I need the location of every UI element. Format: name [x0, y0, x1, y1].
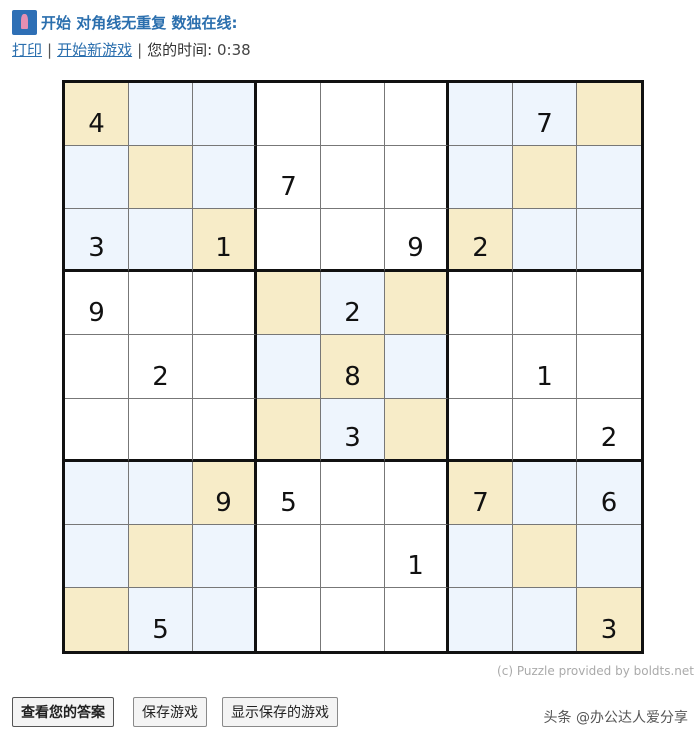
sudoku-cell[interactable]	[129, 272, 193, 336]
sudoku-cell[interactable]	[65, 587, 129, 651]
sudoku-cell[interactable]	[577, 272, 641, 336]
sudoku-cell[interactable]	[193, 398, 257, 462]
sudoku-cell[interactable]	[193, 335, 257, 399]
sudoku-cell[interactable]	[65, 398, 129, 462]
sudoku-cell[interactable]: 1	[193, 209, 257, 273]
sudoku-cell[interactable]: 1	[385, 524, 449, 588]
sudoku-cell[interactable]	[321, 146, 385, 210]
sudoku-cell[interactable]	[449, 146, 513, 210]
sudoku-cell[interactable]	[65, 461, 129, 525]
sudoku-cell[interactable]: 7	[449, 461, 513, 525]
sudoku-cell[interactable]	[193, 83, 257, 147]
sudoku-cell[interactable]	[193, 587, 257, 651]
sudoku-cell[interactable]	[385, 587, 449, 651]
sudoku-cell[interactable]: 9	[385, 209, 449, 273]
sudoku-cell[interactable]	[257, 524, 321, 588]
sudoku-cell[interactable]: 1	[513, 335, 577, 399]
sudoku-cell[interactable]	[385, 272, 449, 336]
sudoku-cell[interactable]: 5	[257, 461, 321, 525]
sudoku-cell[interactable]	[513, 398, 577, 462]
sudoku-cell[interactable]: 2	[321, 272, 385, 336]
sudoku-cell[interactable]	[257, 209, 321, 273]
sudoku-cell[interactable]	[65, 524, 129, 588]
sudoku-cell[interactable]	[577, 335, 641, 399]
sudoku-cell[interactable]	[449, 398, 513, 462]
separator: |	[137, 41, 143, 59]
sudoku-cell[interactable]	[129, 524, 193, 588]
sudoku-cell[interactable]	[449, 83, 513, 147]
sudoku-cell[interactable]	[449, 272, 513, 336]
watermark: 头条 @办公达人爱分享	[543, 710, 688, 726]
sudoku-cell[interactable]	[449, 524, 513, 588]
logo-icon	[12, 10, 37, 35]
sudoku-cell[interactable]	[513, 272, 577, 336]
separator: |	[47, 41, 53, 59]
sudoku-cell[interactable]: 2	[449, 209, 513, 273]
sudoku-cell[interactable]	[513, 524, 577, 588]
sudoku-cell[interactable]: 3	[65, 209, 129, 273]
print-link[interactable]: 打印	[12, 41, 42, 59]
sudoku-cell[interactable]	[129, 146, 193, 210]
sudoku-cell[interactable]	[129, 83, 193, 147]
sudoku-cell[interactable]	[385, 146, 449, 210]
title-bar: 开始 对角线无重复 数独在线:	[12, 10, 237, 35]
timer-label: 您的时间:	[147, 41, 213, 59]
sudoku-cell[interactable]	[257, 335, 321, 399]
sudoku-cell[interactable]: 9	[65, 272, 129, 336]
sudoku-cell[interactable]	[321, 83, 385, 147]
check-answer-button[interactable]: 查看您的答案	[12, 697, 114, 727]
toolbar: 打印 | 开始新游戏 | 您的时间: 0:38	[12, 39, 251, 60]
sudoku-cell[interactable]: 7	[513, 83, 577, 147]
sudoku-cell[interactable]	[577, 146, 641, 210]
sudoku-cell[interactable]	[321, 461, 385, 525]
sudoku-cell[interactable]	[257, 398, 321, 462]
sudoku-cell[interactable]: 5	[129, 587, 193, 651]
credit-text: (c) Puzzle provided by boldts.net	[497, 664, 694, 678]
save-game-button[interactable]: 保存游戏	[133, 697, 207, 727]
sudoku-cell[interactable]	[385, 335, 449, 399]
sudoku-cell[interactable]: 8	[321, 335, 385, 399]
sudoku-cell[interactable]	[385, 398, 449, 462]
sudoku-board: 477319292281329576153	[62, 80, 644, 654]
sudoku-cell[interactable]	[513, 461, 577, 525]
sudoku-cell[interactable]	[321, 587, 385, 651]
sudoku-cell[interactable]	[193, 524, 257, 588]
sudoku-cell[interactable]: 3	[321, 398, 385, 462]
sudoku-cell[interactable]	[257, 587, 321, 651]
page-title: 开始 对角线无重复 数独在线:	[41, 14, 238, 32]
sudoku-cell[interactable]	[449, 335, 513, 399]
sudoku-cell[interactable]	[513, 209, 577, 273]
timer-value: 0:38	[217, 41, 251, 59]
sudoku-cell[interactable]	[577, 209, 641, 273]
sudoku-cell[interactable]	[449, 587, 513, 651]
sudoku-cell[interactable]	[385, 461, 449, 525]
sudoku-cell[interactable]	[577, 83, 641, 147]
sudoku-cell[interactable]: 7	[257, 146, 321, 210]
sudoku-cell[interactable]	[321, 209, 385, 273]
sudoku-cell[interactable]	[65, 335, 129, 399]
sudoku-cell[interactable]: 3	[577, 587, 641, 651]
sudoku-cell[interactable]	[385, 83, 449, 147]
sudoku-cell[interactable]: 9	[193, 461, 257, 525]
show-saved-games-button[interactable]: 显示保存的游戏	[222, 697, 338, 727]
sudoku-cell[interactable]	[193, 272, 257, 336]
sudoku-cell[interactable]: 6	[577, 461, 641, 525]
sudoku-cell[interactable]	[321, 524, 385, 588]
sudoku-cell[interactable]: 2	[129, 335, 193, 399]
sudoku-cell[interactable]	[513, 587, 577, 651]
sudoku-cell[interactable]	[257, 83, 321, 147]
sudoku-cell[interactable]: 2	[577, 398, 641, 462]
sudoku-cell[interactable]	[577, 524, 641, 588]
sudoku-cell[interactable]	[193, 146, 257, 210]
new-game-link[interactable]: 开始新游戏	[57, 41, 132, 59]
sudoku-cell[interactable]	[257, 272, 321, 336]
sudoku-cell[interactable]	[129, 398, 193, 462]
sudoku-cell[interactable]	[129, 209, 193, 273]
sudoku-cell[interactable]	[65, 146, 129, 210]
sudoku-cell[interactable]: 4	[65, 83, 129, 147]
sudoku-cell[interactable]	[513, 146, 577, 210]
sudoku-cell[interactable]	[129, 461, 193, 525]
